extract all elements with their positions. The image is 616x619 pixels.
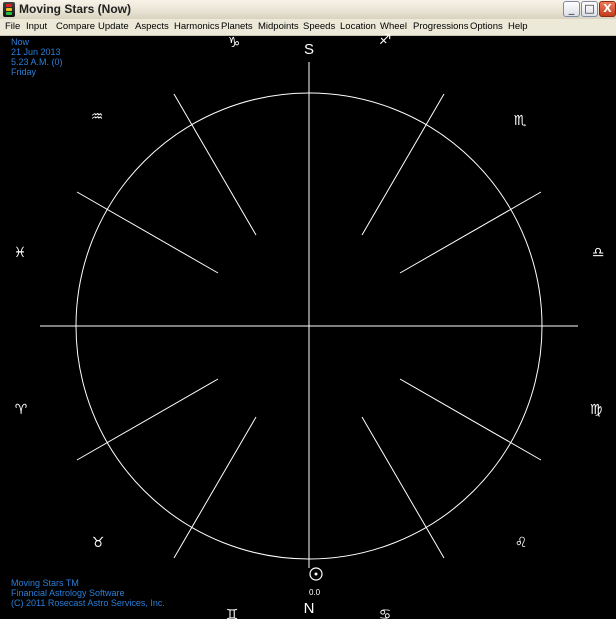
house-cusp-line — [361, 93, 445, 236]
scorpio-icon: ♏ — [514, 113, 527, 129]
footer-info: Moving Stars TM Financial Astrology Soft… — [11, 578, 165, 608]
sun-icon-dot — [314, 572, 318, 576]
house-cusp-line — [399, 191, 542, 274]
house-cusp-line — [361, 416, 445, 559]
south-label: S — [304, 41, 314, 58]
house-cusp-line — [76, 191, 219, 274]
cancer-icon: ♋ — [379, 607, 392, 619]
house-cusp-line — [173, 416, 257, 559]
sun-degree: 0.0 — [309, 588, 321, 597]
north-label: N — [304, 600, 315, 617]
pisces-icon: ♓ — [14, 245, 27, 261]
leo-icon: ♌ — [515, 535, 528, 551]
product-name: Moving Stars TM — [11, 578, 79, 588]
sagittarius-icon: ♐ — [379, 32, 392, 48]
house-cusp-line — [173, 93, 257, 236]
libra-icon: ♎ — [592, 245, 605, 261]
house-cusp-line — [399, 378, 542, 461]
zodiac-wheel: S N 0.0 ♑ ♐ ♏ ♎ ♍ ♌ ♋ ♊ ♉ ♈ ♓ ♒ — [14, 32, 605, 619]
house-cusp-line — [76, 378, 219, 461]
product-tagline: Financial Astrology Software — [11, 588, 125, 598]
virgo-icon: ♍ — [590, 402, 603, 418]
chart-label: Now — [11, 37, 30, 47]
app-window: Moving Stars (Now) _ □ X File Input Comp… — [0, 0, 616, 619]
chart-time: 5.23 A.M. (0) — [11, 57, 63, 67]
chart-date: 21 Jun 2013 — [11, 47, 61, 57]
chart-info: Now 21 Jun 2013 5.23 A.M. (0) Friday — [11, 37, 63, 77]
gemini-icon: ♊ — [226, 607, 239, 619]
copyright-text: (C) 2011 Rosecast Astro Services, Inc. — [11, 598, 165, 608]
aries-icon: ♈ — [15, 402, 28, 418]
taurus-icon: ♉ — [92, 535, 105, 551]
capricorn-icon: ♑ — [228, 35, 241, 51]
aquarius-icon: ♒ — [91, 109, 104, 125]
chart-weekday: Friday — [11, 67, 37, 77]
